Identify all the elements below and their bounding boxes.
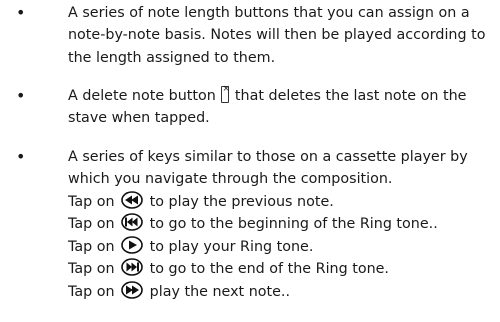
delete-note-icon — [221, 84, 230, 103]
previous-note-icon — [121, 191, 143, 209]
bullet-cassette-keys: • A series of keys similar to those on a… — [16, 146, 500, 191]
tap-line-go-to-beginning: Tap on to go to the beginning of the Rin… — [68, 213, 438, 235]
go-to-end-icon — [121, 258, 143, 276]
bullet-note-length-buttons: • A series of note length buttons that y… — [16, 2, 500, 69]
tap-line-next-note: Tap on play the next note.. — [68, 281, 290, 303]
tap-prefix: Tap on — [68, 216, 115, 232]
text-line: A series of keys similar to those on a c… — [68, 149, 468, 165]
bullet-dot: • — [16, 147, 26, 166]
tap-text: to go to the beginning of the Ring tone.… — [145, 216, 438, 232]
tap-line-play: Tap on to play your Ring tone. — [68, 236, 313, 258]
text-line: A series of note length buttons that you… — [68, 5, 470, 21]
tap-line-go-to-end: Tap on to go to the end of the Ring tone… — [68, 258, 389, 280]
tap-prefix: Tap on — [68, 239, 115, 255]
tap-prefix: Tap on — [68, 284, 115, 300]
tap-text: play the next note.. — [145, 284, 290, 300]
tap-text: to play your Ring tone. — [145, 239, 314, 255]
tap-text: to play the previous note. — [145, 194, 334, 210]
text-line: which you navigate through the compositi… — [68, 171, 393, 188]
play-icon — [121, 236, 143, 254]
text-line: the length assigned to them. — [68, 49, 276, 66]
text-line: A delete note button that deletes the la… — [68, 84, 500, 107]
go-to-beginning-icon — [121, 213, 143, 231]
next-note-icon — [121, 281, 143, 299]
tap-prefix: Tap on — [68, 194, 115, 210]
text-fragment: A delete note button — [68, 88, 216, 104]
tap-text: to go to the end of the Ring tone. — [145, 261, 389, 277]
bullet-dot: • — [16, 3, 26, 22]
tap-line-previous-note: Tap on to play the previous note. — [68, 191, 334, 213]
tap-prefix: Tap on — [68, 261, 115, 277]
text-line: note-by-note basis. Notes will then be p… — [68, 27, 486, 44]
text-line: stave when tapped. — [68, 110, 210, 127]
bullet-delete-note-button: • A delete note button that deletes the … — [16, 84, 500, 130]
text-fragment: that deletes the last note on the — [234, 88, 467, 104]
bullet-dot: • — [16, 86, 26, 105]
